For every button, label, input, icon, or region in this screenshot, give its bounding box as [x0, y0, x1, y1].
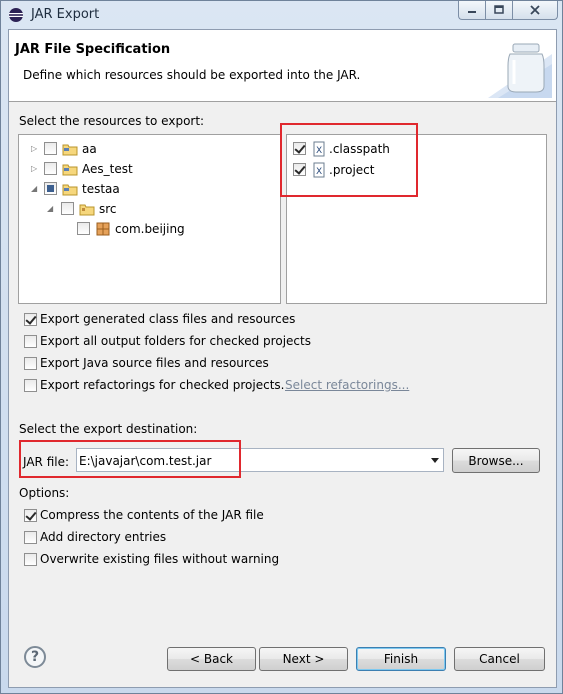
dropdown-arrow-icon[interactable] — [431, 458, 439, 463]
close-icon — [530, 5, 540, 15]
finish-button[interactable]: Finish — [356, 647, 446, 671]
checkbox[interactable] — [24, 379, 37, 392]
checkbox[interactable] — [44, 162, 57, 175]
destination-label: Select the export destination: — [19, 422, 198, 436]
svg-text:X: X — [316, 167, 322, 177]
checkbox[interactable] — [24, 357, 37, 370]
checkbox[interactable] — [61, 202, 74, 215]
xml-file-icon: X — [313, 162, 325, 178]
tree-item-label: testaa — [82, 182, 120, 196]
maximize-button[interactable] — [485, 1, 512, 20]
file-item-label: .project — [329, 163, 375, 177]
tree-item-label: com.beijing — [115, 222, 185, 236]
xml-file-icon: X — [313, 141, 325, 157]
collapse-arrow-icon[interactable]: ◢ — [31, 185, 39, 193]
window-controls — [458, 1, 558, 21]
jar-file-value: E:\javajar\com.test.jar — [79, 454, 212, 468]
checkbox[interactable] — [77, 222, 90, 235]
option-label: Export Java source files and resources — [40, 356, 269, 370]
svg-text:X: X — [316, 146, 322, 156]
option-label: Compress the contents of the JAR file — [40, 508, 264, 522]
maximize-icon — [494, 5, 504, 14]
back-button[interactable]: < Back — [167, 647, 256, 671]
checkbox[interactable] — [293, 163, 306, 176]
option-label: Export all output folders for checked pr… — [40, 334, 311, 348]
window-title: JAR Export — [31, 7, 100, 22]
dialog-body: JAR File Specification Define which reso… — [8, 29, 557, 688]
file-item-label: .classpath — [329, 142, 390, 156]
expand-arrow-icon[interactable]: ▷ — [31, 165, 39, 173]
jar-file-combo[interactable]: E:\javajar\com.test.jar — [76, 448, 444, 472]
checkbox[interactable] — [24, 313, 37, 326]
option-label: Add directory entries — [40, 530, 167, 544]
checkbox[interactable] — [24, 553, 37, 566]
checkbox[interactable] — [44, 142, 57, 155]
minimize-button[interactable] — [458, 1, 485, 20]
option-label: Overwrite existing files without warning — [40, 552, 280, 566]
tree-item-label: Aes_test — [82, 162, 133, 176]
jar-export-window: JAR Export JAR File Specification Define… — [0, 0, 563, 694]
minimize-icon — [468, 11, 476, 13]
cancel-button[interactable]: Cancel — [454, 647, 545, 671]
option-label: Export refactorings for checked projects… — [40, 378, 285, 392]
browse-button[interactable]: Browse... — [452, 448, 540, 473]
jar-wizard-icon — [488, 43, 552, 98]
checkbox[interactable] — [24, 509, 37, 522]
tree-item-label: src — [99, 202, 117, 216]
project-folder-icon — [62, 164, 78, 176]
checkbox[interactable] — [24, 531, 37, 544]
eclipse-icon — [9, 8, 23, 22]
source-folder-icon — [79, 204, 95, 216]
page-description: Define which resources should be exporte… — [23, 68, 361, 82]
close-button[interactable] — [512, 1, 558, 20]
package-icon — [96, 222, 110, 236]
jar-file-label: JAR file: — [23, 455, 70, 469]
file-list[interactable]: X .classpath X .project — [286, 134, 547, 304]
select-refactorings-link[interactable]: Select refactorings... — [285, 378, 409, 392]
resource-tree[interactable]: ▷ aa ▷ Aes_test ◢ testaa ◢ src com.beiji… — [18, 134, 281, 304]
project-folder-icon — [62, 184, 78, 196]
expand-arrow-icon[interactable]: ▷ — [31, 145, 39, 153]
checkbox[interactable] — [44, 182, 57, 195]
next-button[interactable]: Next > — [259, 647, 348, 671]
collapse-arrow-icon[interactable]: ◢ — [47, 205, 55, 213]
option-label: Export generated class files and resourc… — [40, 312, 296, 326]
checkbox[interactable] — [24, 335, 37, 348]
resources-label: Select the resources to export: — [19, 114, 205, 128]
options-label: Options: — [19, 486, 70, 500]
help-icon[interactable]: ? — [24, 646, 46, 668]
project-folder-icon — [62, 144, 78, 156]
title-bar: JAR Export — [1, 1, 562, 29]
tree-item-label: aa — [82, 142, 97, 156]
page-title: JAR File Specification — [15, 42, 171, 57]
wizard-header: JAR File Specification Define which reso… — [9, 30, 556, 102]
checkbox[interactable] — [293, 142, 306, 155]
